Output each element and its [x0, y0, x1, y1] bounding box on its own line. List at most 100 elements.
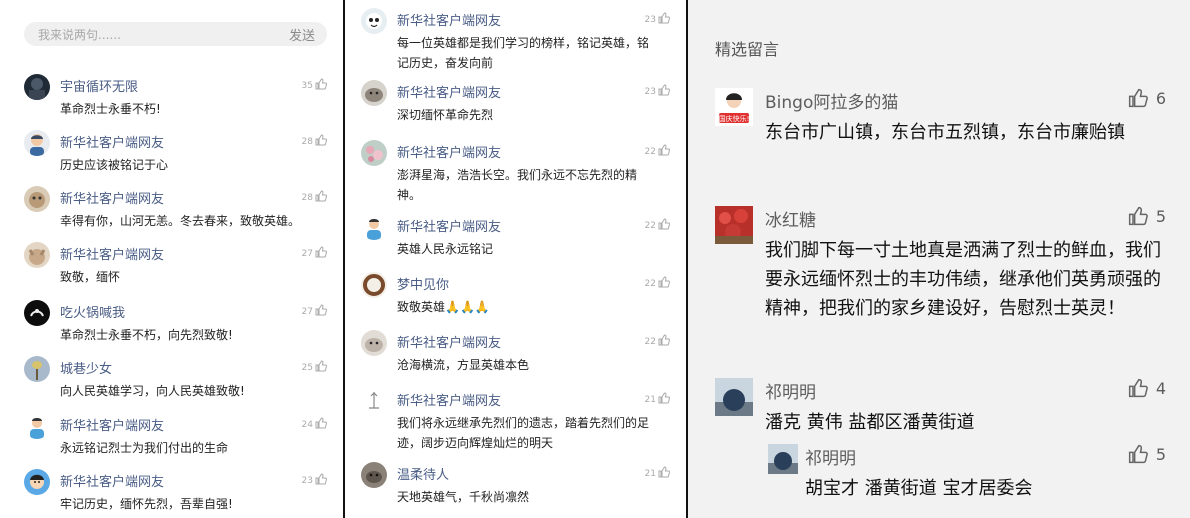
like-button[interactable]: 22	[645, 276, 671, 289]
thumbs-up-icon	[658, 334, 671, 346]
comment-item: 温柔待人 天地英雄气，千秋尚凛然 21	[345, 462, 686, 518]
avatar[interactable]	[768, 444, 798, 474]
comment-text: 澎湃星海，浩浩长空。我们永远不忘先烈的精神。	[397, 168, 638, 202]
like-button[interactable]: 23	[644, 12, 671, 25]
comment-username[interactable]: 新华社客户端网友	[60, 132, 164, 151]
comment-text: 东台市广山镇，东台市五烈镇，东台市廉贻镇	[765, 122, 1125, 143]
like-button[interactable]: 21	[644, 466, 671, 479]
avatar[interactable]	[24, 413, 50, 439]
comment-text: 向人民英雄学习，向人民英雄致敬!	[60, 384, 245, 398]
like-count: 23	[644, 87, 656, 97]
comment-text: 我们脚下每一寸土地真是洒满了烈士的鲜血，我们要永远缅怀烈士的丰功伟绩，继承他们英…	[765, 240, 1161, 319]
like-button[interactable]: 27	[302, 246, 328, 259]
like-button[interactable]: 22	[645, 218, 671, 231]
avatar[interactable]	[361, 214, 387, 240]
comment-text: 致敬英雄🙏🙏🙏	[397, 300, 490, 314]
comment-username[interactable]: 新华社客户端网友	[397, 332, 501, 351]
like-button[interactable]: 27	[302, 304, 328, 317]
like-count: 24	[301, 420, 313, 430]
like-button[interactable]: 22	[645, 144, 671, 157]
avatar[interactable]	[361, 388, 387, 414]
comment-text: 幸得有你，山河无恙。冬去春来，致敬英雄。	[60, 214, 301, 228]
comment-text: 英雄人民永远铭记	[397, 242, 494, 256]
like-button[interactable]: 5	[1128, 444, 1166, 464]
comment-username[interactable]: 新华社客户端网友	[60, 415, 164, 434]
comment-username[interactable]: 新华社客户端网友	[397, 216, 501, 235]
comment-username[interactable]: 新华社客户端网友	[397, 10, 501, 29]
thumbs-up-icon	[315, 304, 328, 316]
comment-username[interactable]: 宇宙循环无限	[60, 76, 138, 95]
featured-comment: 国庆快乐! Bingo阿拉多的猫 东台市广山镇，东台市五烈镇，东台市廉贻镇 6	[688, 88, 1190, 168]
comment-text: 沧海横流，方显英雄本色	[397, 358, 530, 372]
comment-text: 致敬，缅怀	[60, 270, 121, 284]
comment-username[interactable]: 新华社客户端网友	[397, 142, 501, 161]
like-button[interactable]: 25	[301, 360, 328, 373]
avatar[interactable]	[24, 356, 50, 382]
like-button[interactable]: 24	[301, 417, 328, 430]
comment-item: 新华社客户端网友 英雄人民永远铭记 22	[345, 214, 686, 270]
comment-username[interactable]: 城巷少女	[60, 358, 112, 377]
like-button[interactable]: 6	[1128, 88, 1166, 108]
comment-username[interactable]: 新华社客户端网友	[60, 188, 164, 207]
like-count: 21	[644, 469, 656, 479]
comment-username[interactable]: 祁明明	[805, 444, 856, 469]
comment-item: 新华社客户端网友 澎湃星海，浩浩长空。我们永远不忘先烈的精神。 22	[345, 140, 686, 204]
comment-input-placeholder[interactable]: 我来说两句......	[38, 26, 121, 43]
like-button[interactable]: 23	[644, 84, 671, 97]
comment-item: 新华社客户端网友 幸得有你，山河无恙。冬去春来，致敬英雄。 28	[0, 186, 343, 242]
comment-panel-middle: 新华社客户端网友 每一位英雄都是我们学习的榜样，铭记英雄，铭记历史，奋发向前 2…	[345, 0, 686, 518]
avatar[interactable]	[24, 242, 50, 268]
comment-username[interactable]: 祁明明	[765, 378, 816, 403]
comment-text: 深切缅怀革命先烈	[397, 108, 494, 122]
like-button[interactable]: 28	[302, 190, 328, 203]
comment-item: 新华社客户端网友 我们将永远继承先烈们的遗志，踏着先烈们的足迹，阔步迈向辉煌灿烂…	[345, 388, 686, 452]
comment-text: 历史应该被铭记于心	[60, 158, 169, 172]
like-button[interactable]: 21	[645, 392, 671, 405]
comment-input[interactable]: 我来说两句...... 发送	[24, 22, 327, 46]
comment-username[interactable]: 新华社客户端网友	[60, 244, 164, 263]
comment-item: 宇宙循环无限 革命烈士永垂不朽! 35	[0, 74, 343, 130]
avatar[interactable]: 国庆快乐!	[715, 88, 753, 126]
comment-text: 永远铭记烈士为我们付出的生命	[60, 441, 229, 455]
like-button[interactable]: 35	[302, 78, 328, 91]
send-button[interactable]: 发送	[289, 25, 315, 44]
avatar[interactable]	[361, 330, 387, 356]
avatar[interactable]	[715, 378, 753, 416]
avatar[interactable]	[361, 462, 387, 488]
comment-username[interactable]: 吃火锅喊我	[60, 302, 125, 321]
comment-username[interactable]: 梦中见你	[397, 274, 449, 293]
thumbs-up-icon	[658, 12, 671, 24]
thumbs-up-icon	[1128, 206, 1148, 226]
comment-username[interactable]: 冰红糖	[765, 206, 816, 231]
like-count: 23	[644, 15, 656, 25]
avatar[interactable]	[361, 140, 387, 166]
thumbs-up-icon	[315, 134, 328, 146]
avatar[interactable]	[24, 300, 50, 326]
like-button[interactable]: 28	[302, 134, 328, 147]
comment-username[interactable]: Bingo阿拉多的猫	[765, 88, 898, 113]
thumbs-up-icon	[315, 360, 328, 372]
featured-comment: 祁明明 潘克 黄伟 盐都区潘黄街道 4	[688, 378, 1190, 438]
like-button[interactable]: 4	[1128, 378, 1166, 398]
like-button[interactable]: 23	[302, 473, 328, 486]
comment-item: 新华社客户端网友 牢记历史，缅怀先烈，吾辈自强! 23	[0, 469, 343, 518]
avatar[interactable]	[715, 206, 753, 244]
avatar[interactable]	[361, 80, 387, 106]
avatar[interactable]	[24, 130, 50, 156]
like-count: 25	[301, 363, 313, 373]
avatar[interactable]	[361, 8, 387, 34]
avatar[interactable]	[361, 272, 387, 298]
comment-text: 革命烈士永垂不朽，向先烈致敬!	[60, 328, 233, 342]
avatar[interactable]	[24, 469, 50, 495]
comment-username[interactable]: 新华社客户端网友	[397, 82, 501, 101]
comment-username[interactable]: 新华社客户端网友	[60, 471, 164, 490]
like-button[interactable]: 22	[645, 334, 671, 347]
comment-username[interactable]: 新华社客户端网友	[397, 390, 501, 409]
comment-username[interactable]: 温柔待人	[397, 464, 449, 483]
section-title: 精选留言	[715, 40, 780, 59]
thumbs-up-icon	[315, 417, 328, 429]
avatar[interactable]	[24, 74, 50, 100]
like-button[interactable]: 5	[1128, 206, 1166, 226]
avatar[interactable]	[24, 186, 50, 212]
comment-item: 新华社客户端网友 沧海横流，方显英雄本色 22	[345, 330, 686, 386]
